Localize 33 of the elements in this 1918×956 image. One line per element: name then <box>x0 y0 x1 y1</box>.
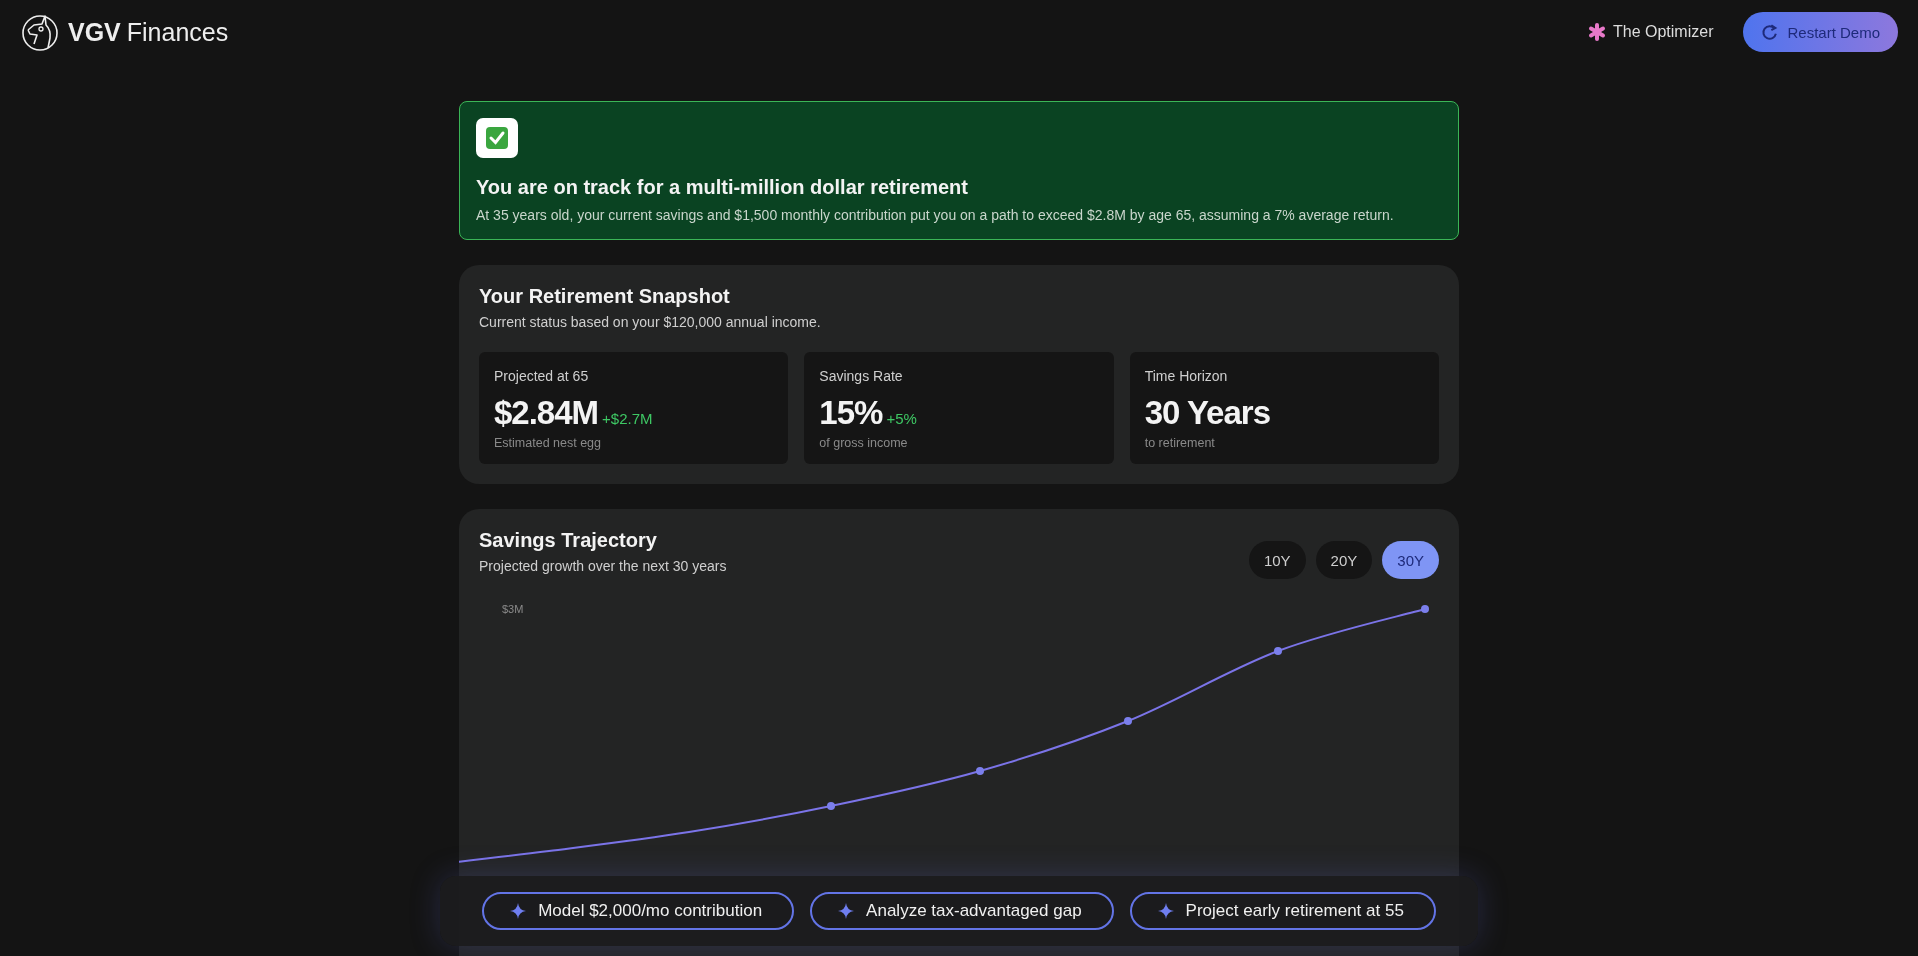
stat-note: of gross income <box>819 436 909 450</box>
banner-title: You are on track for a multi-million dollar retirement <box>476 176 969 199</box>
stat-value: $2.84M <box>494 394 599 432</box>
sparkle-icon <box>838 903 855 919</box>
range-tab[interactable]: 10Y <box>1248 541 1306 579</box>
brand-name: VGV <box>68 17 121 47</box>
sparkle-icon <box>1157 903 1174 919</box>
brand-suffix: Finances <box>126 17 229 47</box>
refresh-icon <box>1761 23 1780 41</box>
suggestion-chip[interactable]: Model $2,000/mo contribution <box>482 892 795 930</box>
stat-note: to retirement <box>1144 436 1216 450</box>
stat-note: Estimated nest egg <box>494 436 602 450</box>
optimizer-link[interactable]: The Optimizer <box>1613 23 1714 41</box>
card-title: Savings Trajectory <box>479 529 658 552</box>
stat-label: Savings Rate <box>819 368 904 384</box>
banner-text: At 35 years old, your current savings and $1,500 monthly contribution put you on a path to exceed $2.8M by age 65, assuming a 7% average return. <box>476 206 1395 225</box>
stat-change: +$2.7M <box>602 410 653 427</box>
asterisk-icon <box>1587 22 1607 42</box>
stat-change: +5% <box>886 410 917 427</box>
suggestion-chip[interactable]: Analyze tax-advantaged gap <box>810 892 1114 930</box>
card-title: Your Retirement Snapshot <box>479 285 731 308</box>
suggestion-chip[interactable]: Project early retirement at 55 <box>1129 892 1436 930</box>
card-subtitle: Projected growth over the next 30 years <box>479 558 727 574</box>
stat-value: 30 Years <box>1144 394 1271 432</box>
check-mark-icon <box>476 118 518 158</box>
stat-value: 15% <box>819 394 883 432</box>
stat-label: Time Horizon <box>1144 368 1229 384</box>
stat-label: Projected at 65 <box>494 368 590 384</box>
card-subtitle: Current status based on your $120,000 annual income. <box>479 314 822 330</box>
axis-label: $3M <box>502 603 524 615</box>
sparkle-icon <box>510 903 527 919</box>
range-tab[interactable]: 30Y <box>1382 541 1439 579</box>
range-tab[interactable]: 20Y <box>1315 541 1373 579</box>
